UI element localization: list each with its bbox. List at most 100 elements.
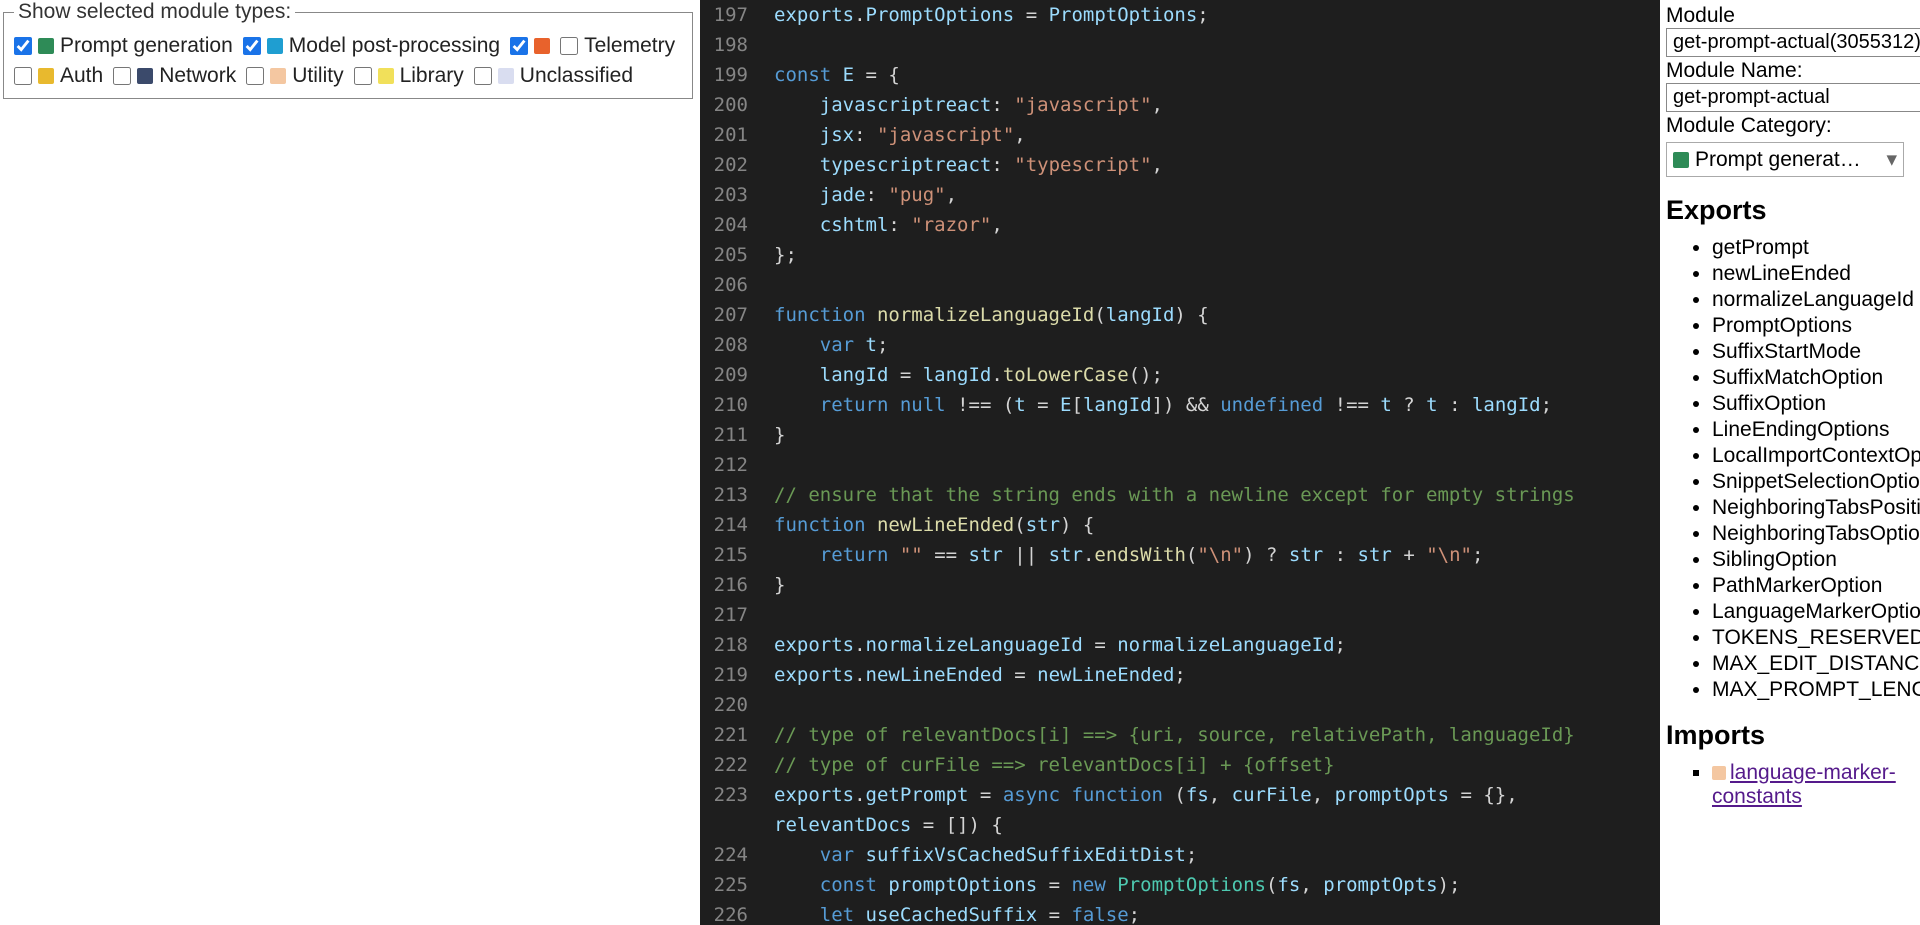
graph-hub[interactable]: [591, 616, 609, 625]
graph-node[interactable]: [285, 521, 299, 528]
graph-node[interactable]: [334, 571, 348, 578]
graph-node[interactable]: [129, 596, 143, 603]
graph-node[interactable]: [345, 821, 359, 828]
graph-node[interactable]: [323, 843, 337, 850]
graph-node[interactable]: [359, 815, 373, 822]
graph-node[interactable]: [369, 839, 383, 846]
graph-node[interactable]: [132, 606, 146, 613]
graph-node[interactable]: [298, 229, 312, 236]
graph-node[interactable]: [223, 496, 237, 503]
graph-node[interactable]: [277, 228, 291, 235]
graph-node[interactable]: [490, 426, 504, 433]
graph-node[interactable]: [105, 878, 119, 885]
graph-node[interactable]: [297, 509, 311, 516]
graph-node[interactable]: [272, 187, 286, 194]
graph-node[interactable]: [552, 833, 566, 840]
graph-node[interactable]: [157, 555, 171, 562]
graph-node[interactable]: [242, 502, 256, 509]
graph-node[interactable]: [283, 560, 297, 567]
graph-hub[interactable]: [351, 816, 369, 825]
graph-node[interactable]: [516, 481, 530, 488]
graph-node[interactable]: [283, 540, 297, 547]
filter-checkbox-0[interactable]: [14, 37, 32, 55]
graph-node[interactable]: [307, 486, 321, 493]
graph-hub[interactable]: [531, 446, 549, 455]
graph-node[interactable]: [278, 177, 292, 184]
graph-node[interactable]: [214, 491, 228, 498]
graph-node[interactable]: [522, 470, 536, 477]
dependency-graph[interactable]: [0, 0, 700, 925]
graph-node[interactable]: [105, 600, 119, 607]
graph-node[interactable]: [119, 869, 133, 876]
graph-node[interactable]: [113, 871, 127, 878]
graph-node[interactable]: [291, 495, 305, 502]
graph-node[interactable]: [285, 557, 299, 564]
graph-node[interactable]: [550, 622, 564, 629]
graph-node[interactable]: [230, 503, 244, 510]
graph-node[interactable]: [359, 888, 373, 895]
graph-hub[interactable]: [111, 856, 129, 865]
graph-node[interactable]: [235, 191, 249, 198]
graph-hub[interactable]: [271, 186, 289, 195]
graph-node[interactable]: [297, 173, 311, 180]
graph-node[interactable]: [353, 817, 367, 824]
graph-node[interactable]: [132, 606, 146, 613]
graph-node[interactable]: [278, 182, 292, 189]
graph-node[interactable]: [284, 544, 298, 551]
graph-node[interactable]: [289, 526, 303, 533]
graph-node[interactable]: [214, 605, 228, 612]
graph-node[interactable]: [390, 549, 404, 556]
graph-node[interactable]: [273, 188, 287, 195]
graph-node[interactable]: [108, 561, 122, 568]
graph-node[interactable]: [186, 185, 200, 192]
graph-node[interactable]: [243, 585, 257, 592]
graph-node[interactable]: [302, 537, 316, 544]
filter-checkbox-3[interactable]: [560, 37, 578, 55]
graph-node[interactable]: [240, 454, 254, 461]
graph-node[interactable]: [315, 151, 329, 158]
graph-node[interactable]: [130, 866, 144, 873]
module-id-input[interactable]: [1666, 28, 1920, 57]
graph-node[interactable]: [230, 129, 244, 136]
graph-node[interactable]: [253, 183, 267, 190]
graph-node[interactable]: [240, 207, 254, 214]
graph-node[interactable]: [410, 862, 424, 869]
graph-node[interactable]: [264, 412, 278, 419]
graph-node[interactable]: [534, 446, 548, 453]
graph-node[interactable]: [289, 537, 303, 544]
graph-node[interactable]: [274, 495, 288, 502]
graph-node[interactable]: [369, 797, 383, 804]
graph-node[interactable]: [563, 499, 577, 506]
graph-node[interactable]: [127, 851, 141, 858]
graph-node[interactable]: [279, 787, 293, 794]
graph-node[interactable]: [305, 528, 319, 535]
graph-node[interactable]: [303, 760, 317, 767]
code-editor[interactable]: 197exports.PromptOptions = PromptOptions…: [700, 0, 1660, 925]
graph-node[interactable]: [355, 612, 369, 619]
graph-node[interactable]: [624, 575, 638, 582]
graph-node[interactable]: [199, 188, 213, 195]
graph-node[interactable]: [293, 527, 307, 534]
graph-node[interactable]: [574, 615, 588, 622]
graph-node[interactable]: [508, 447, 522, 454]
graph-node[interactable]: [172, 584, 186, 591]
graph-node[interactable]: [570, 477, 584, 484]
graph-node[interactable]: [559, 448, 573, 455]
graph-node[interactable]: [131, 609, 145, 616]
graph-node[interactable]: [207, 161, 221, 168]
graph-node[interactable]: [100, 852, 114, 859]
graph-node[interactable]: [237, 247, 251, 254]
graph-node[interactable]: [586, 664, 600, 671]
module-category-select[interactable]: Prompt generat… ▾: [1666, 142, 1904, 177]
import-link[interactable]: language-marker-constants: [1712, 761, 1896, 808]
graph-node[interactable]: [231, 489, 245, 496]
graph-node[interactable]: [215, 464, 229, 471]
graph-node[interactable]: [428, 824, 442, 831]
graph-node[interactable]: [313, 574, 327, 581]
graph-node[interactable]: [276, 228, 290, 235]
graph-node[interactable]: [543, 816, 557, 823]
graph-node[interactable]: [545, 857, 559, 864]
graph-node[interactable]: [122, 813, 136, 820]
graph-node[interactable]: [90, 598, 104, 605]
graph-node[interactable]: [242, 624, 256, 631]
